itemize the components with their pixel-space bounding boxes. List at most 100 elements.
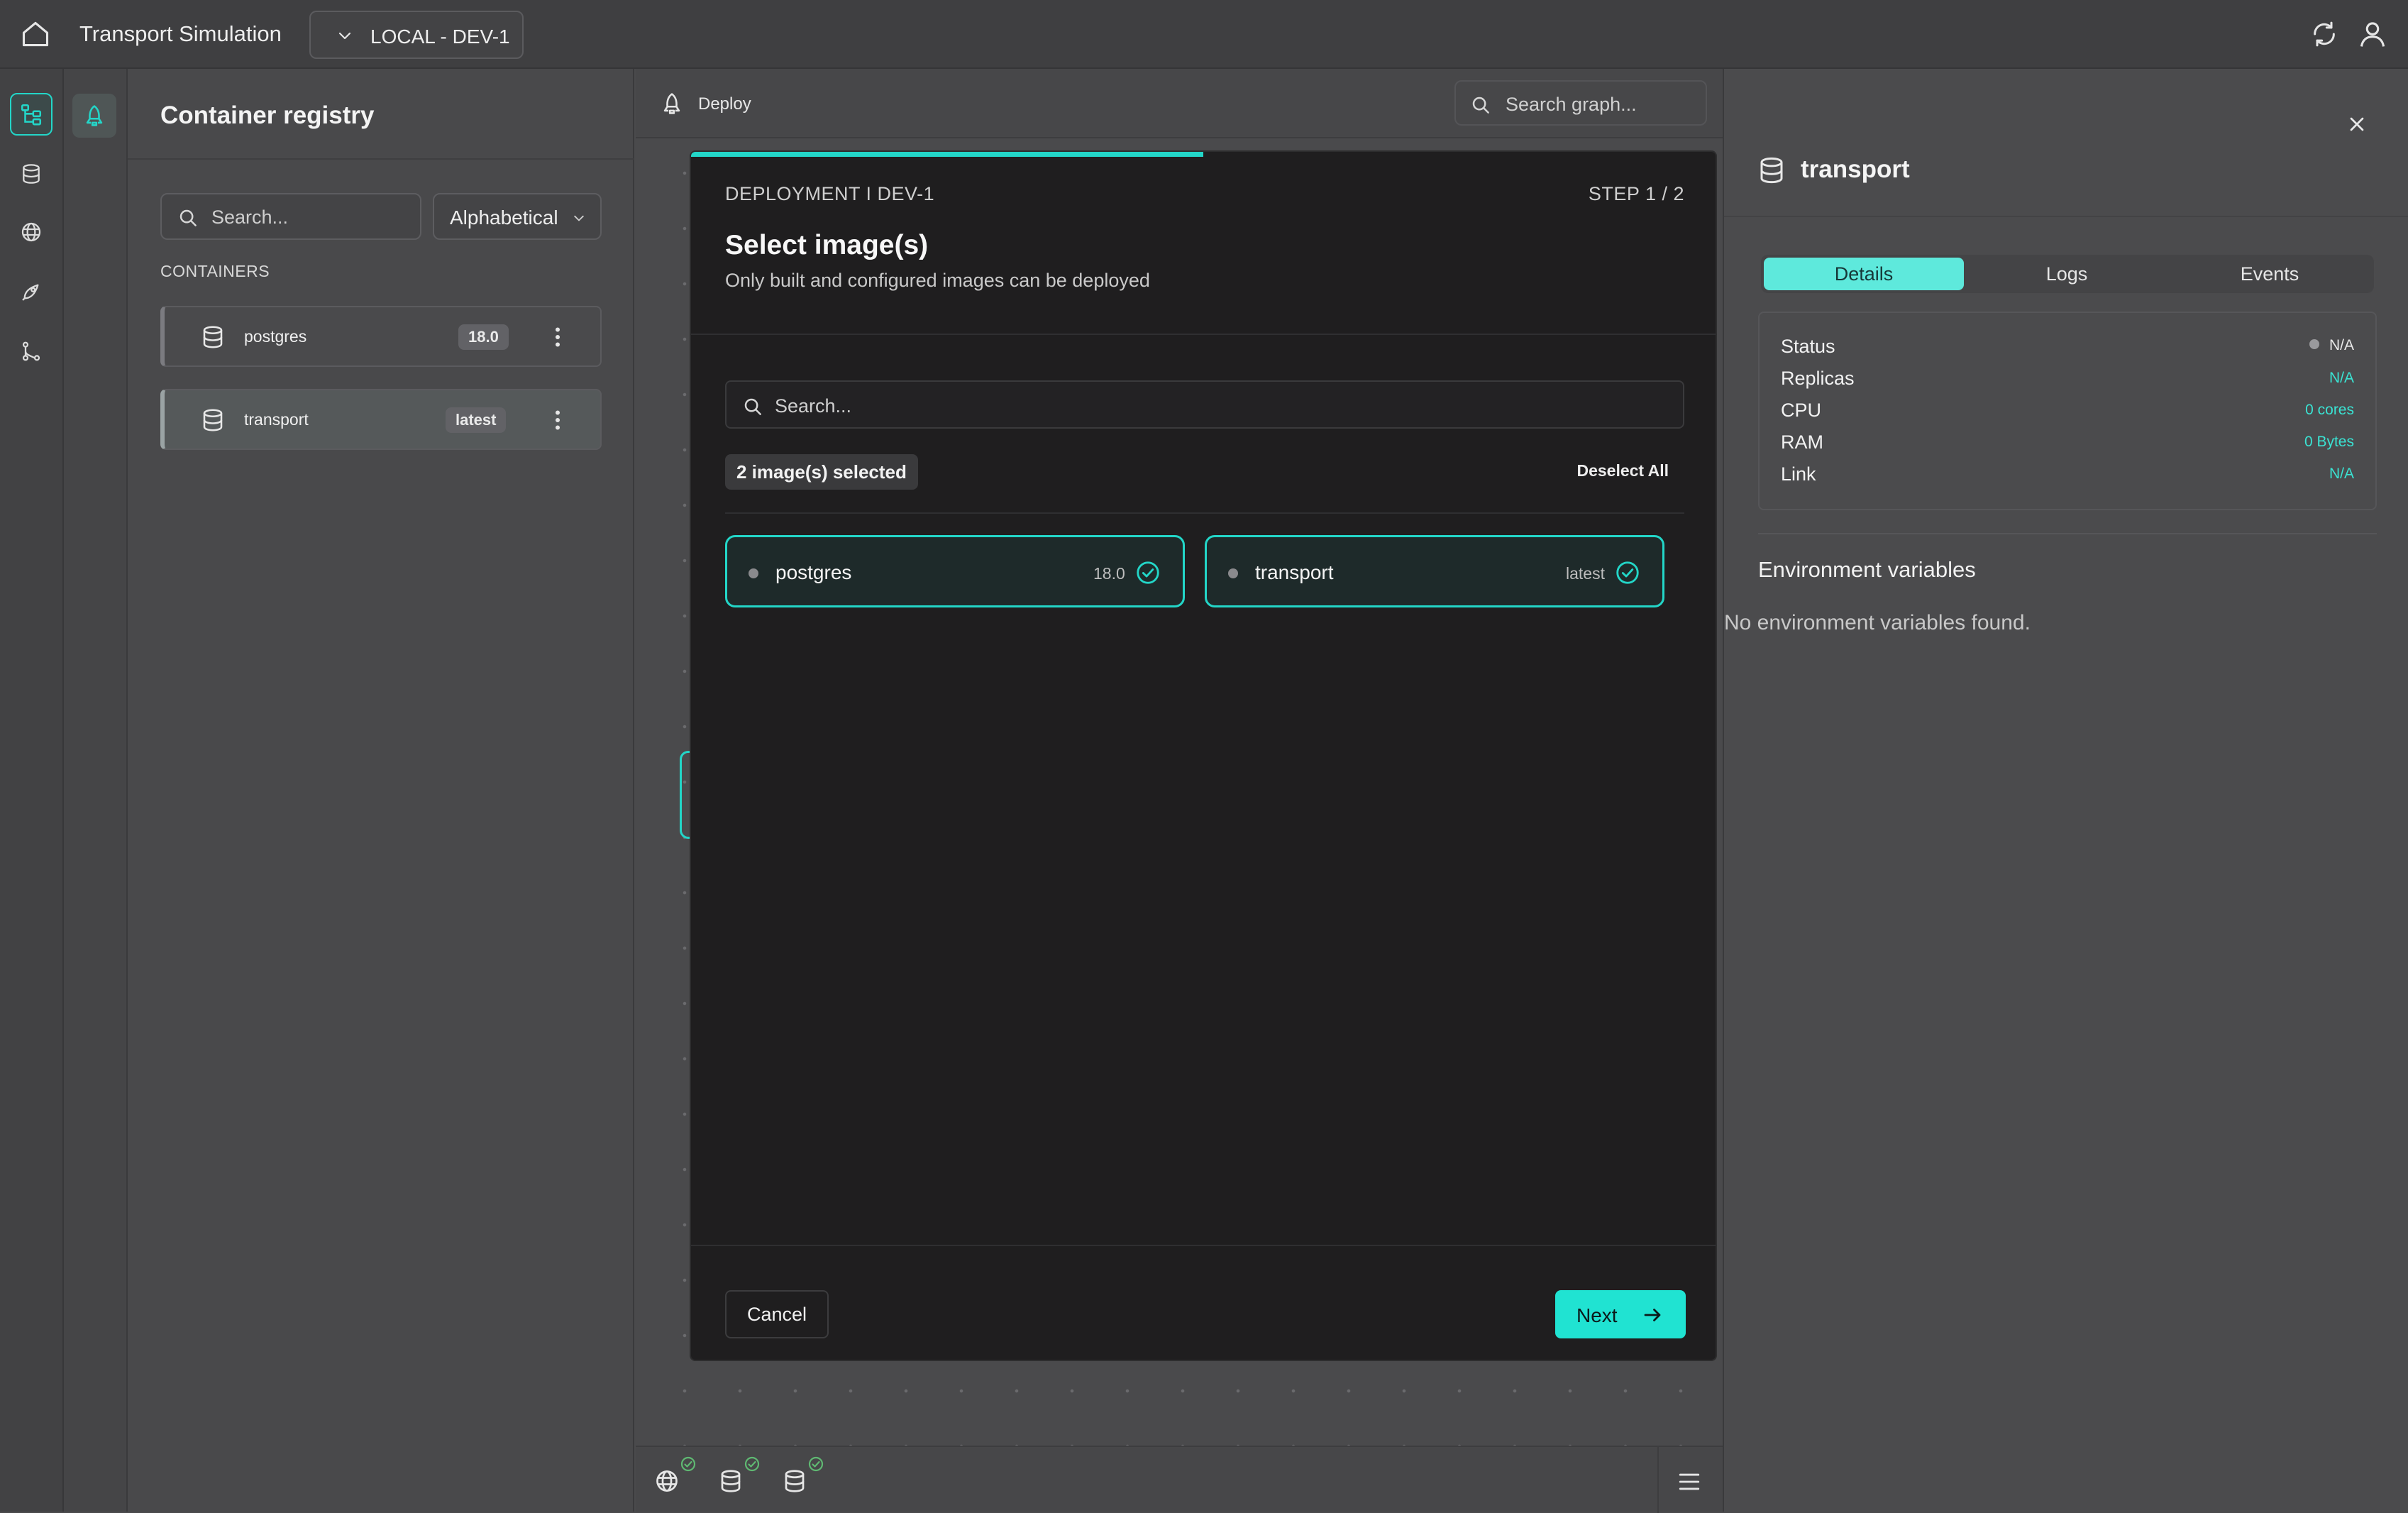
- secondary-rail: [64, 69, 128, 1512]
- globe-icon[interactable]: [10, 211, 53, 253]
- menu-icon[interactable]: [1677, 1471, 1701, 1492]
- branch-icon[interactable]: [10, 330, 53, 373]
- database-icon[interactable]: [782, 1468, 807, 1494]
- divider: [1724, 216, 2408, 217]
- details-tabs: Details Logs Events: [1761, 255, 2374, 293]
- registry-search[interactable]: [160, 193, 421, 240]
- env-vars-empty: No environment variables found.: [1724, 611, 2031, 634]
- status-dot: [2309, 339, 2319, 350]
- tree-icon[interactable]: [10, 93, 53, 136]
- container-name: postgres: [244, 327, 307, 346]
- selected-container-name: transport: [1801, 155, 1910, 183]
- graph-search-input[interactable]: [1504, 90, 1696, 119]
- containers-section-label: CONTAINERS: [160, 262, 270, 280]
- image-card-transport[interactable]: transport latest: [1205, 535, 1664, 607]
- check-icon: [680, 1456, 697, 1473]
- check-icon: [807, 1456, 824, 1473]
- next-button[interactable]: Next: [1555, 1290, 1686, 1338]
- check-circle-icon: [1134, 559, 1161, 586]
- more-options-icon[interactable]: [545, 406, 570, 434]
- globe-icon[interactable]: [654, 1468, 680, 1494]
- sort-select[interactable]: Alphabetical: [433, 193, 602, 240]
- graph-search[interactable]: [1454, 80, 1707, 126]
- check-icon: [744, 1456, 761, 1473]
- divider: [691, 1245, 1716, 1246]
- deselect-all-button[interactable]: Deselect All: [1576, 461, 1669, 480]
- divider: [725, 512, 1684, 514]
- detail-value: N/A: [2329, 370, 2354, 386]
- sort-label: Alphabetical: [450, 207, 558, 229]
- modal-subtitle: Only built and configured images can be …: [725, 270, 1150, 291]
- step-indicator: STEP 1 / 2: [1588, 183, 1684, 204]
- top-bar: Transport Simulation LOCAL - DEV-1: [0, 0, 2408, 69]
- home-icon[interactable]: [20, 18, 51, 50]
- container-item-postgres[interactable]: postgres 18.0: [160, 306, 602, 367]
- database-icon[interactable]: [10, 153, 53, 195]
- registry-search-input[interactable]: [210, 203, 409, 231]
- tab-events[interactable]: Events: [2170, 258, 2370, 290]
- environment-label: LOCAL - DEV-1: [370, 26, 510, 48]
- container-tag-badge: latest: [446, 407, 507, 433]
- env-vars-title: Environment variables: [1758, 557, 1976, 582]
- detail-label: CPU: [1781, 400, 1822, 421]
- details-panel: transport Details Logs Events Status N/A…: [1723, 69, 2408, 1512]
- chevron-down-icon: [336, 28, 353, 45]
- status-dot: [749, 568, 758, 578]
- deploy-tab-label[interactable]: Deploy: [698, 94, 751, 114]
- status-value: N/A: [2309, 337, 2354, 354]
- link-value[interactable]: N/A: [2329, 466, 2354, 483]
- deploy-icon[interactable]: [72, 94, 116, 138]
- environment-select[interactable]: LOCAL - DEV-1: [309, 11, 524, 59]
- divider: [128, 158, 634, 160]
- divider: [1758, 533, 2377, 534]
- database-icon: [200, 324, 226, 350]
- image-search[interactable]: [725, 380, 1684, 429]
- deployment-eyebrow: DEPLOYMENT I DEV-1: [725, 183, 935, 204]
- modal-title: Select image(s): [725, 230, 929, 260]
- container-tag-badge: 18.0: [458, 324, 509, 350]
- canvas-toolbar: Deploy: [636, 69, 1723, 138]
- user-icon[interactable]: [2357, 18, 2388, 50]
- next-label: Next: [1576, 1304, 1618, 1326]
- cancel-button[interactable]: Cancel: [725, 1290, 829, 1338]
- database-icon: [1757, 155, 1786, 185]
- more-options-icon[interactable]: [545, 323, 570, 351]
- left-rail: [0, 69, 64, 1512]
- image-card-postgres[interactable]: postgres 18.0: [725, 535, 1185, 607]
- database-icon: [200, 407, 226, 433]
- image-name: transport: [1255, 561, 1334, 583]
- refresh-icon[interactable]: [2310, 20, 2338, 48]
- app-title: Transport Simulation: [79, 21, 282, 46]
- step-progress-bar: [691, 152, 1203, 157]
- divider: [691, 334, 1716, 335]
- tab-details[interactable]: Details: [1764, 258, 1964, 290]
- image-search-input[interactable]: [773, 392, 1660, 420]
- container-name: transport: [244, 410, 309, 429]
- detail-label: RAM: [1781, 431, 1823, 453]
- search-icon: [1470, 94, 1491, 116]
- container-item-transport[interactable]: transport latest: [160, 389, 602, 450]
- search-icon: [742, 396, 763, 417]
- rocket-icon[interactable]: [10, 270, 53, 313]
- container-registry-panel: Container registry Alphabetical CONTAINE…: [128, 69, 634, 1512]
- detail-value: 0 cores: [2305, 402, 2354, 418]
- chevron-down-icon: [572, 211, 586, 226]
- image-tag: 18.0: [1093, 564, 1125, 583]
- database-icon[interactable]: [718, 1468, 744, 1494]
- status-bar: [636, 1446, 1723, 1513]
- detail-value: N/A: [2329, 337, 2354, 353]
- check-circle-icon: [1614, 559, 1641, 586]
- status-dot: [1228, 568, 1238, 578]
- image-tag: latest: [1566, 564, 1605, 583]
- tab-logs[interactable]: Logs: [1967, 258, 2167, 290]
- detail-label: Replicas: [1781, 368, 1855, 389]
- image-name: postgres: [775, 561, 852, 583]
- detail-label: Link: [1781, 463, 1816, 485]
- search-icon: [177, 207, 199, 229]
- detail-label: Status: [1781, 336, 1835, 357]
- details-card: Status N/A Replicas N/A CPU 0 cores RAM …: [1758, 312, 2377, 510]
- deploy-modal: DEPLOYMENT I DEV-1 STEP 1 / 2 Select ima…: [690, 150, 1717, 1361]
- arrow-right-icon: [1642, 1304, 1663, 1326]
- close-icon[interactable]: [2346, 113, 2368, 136]
- selected-count-badge: 2 image(s) selected: [725, 454, 918, 490]
